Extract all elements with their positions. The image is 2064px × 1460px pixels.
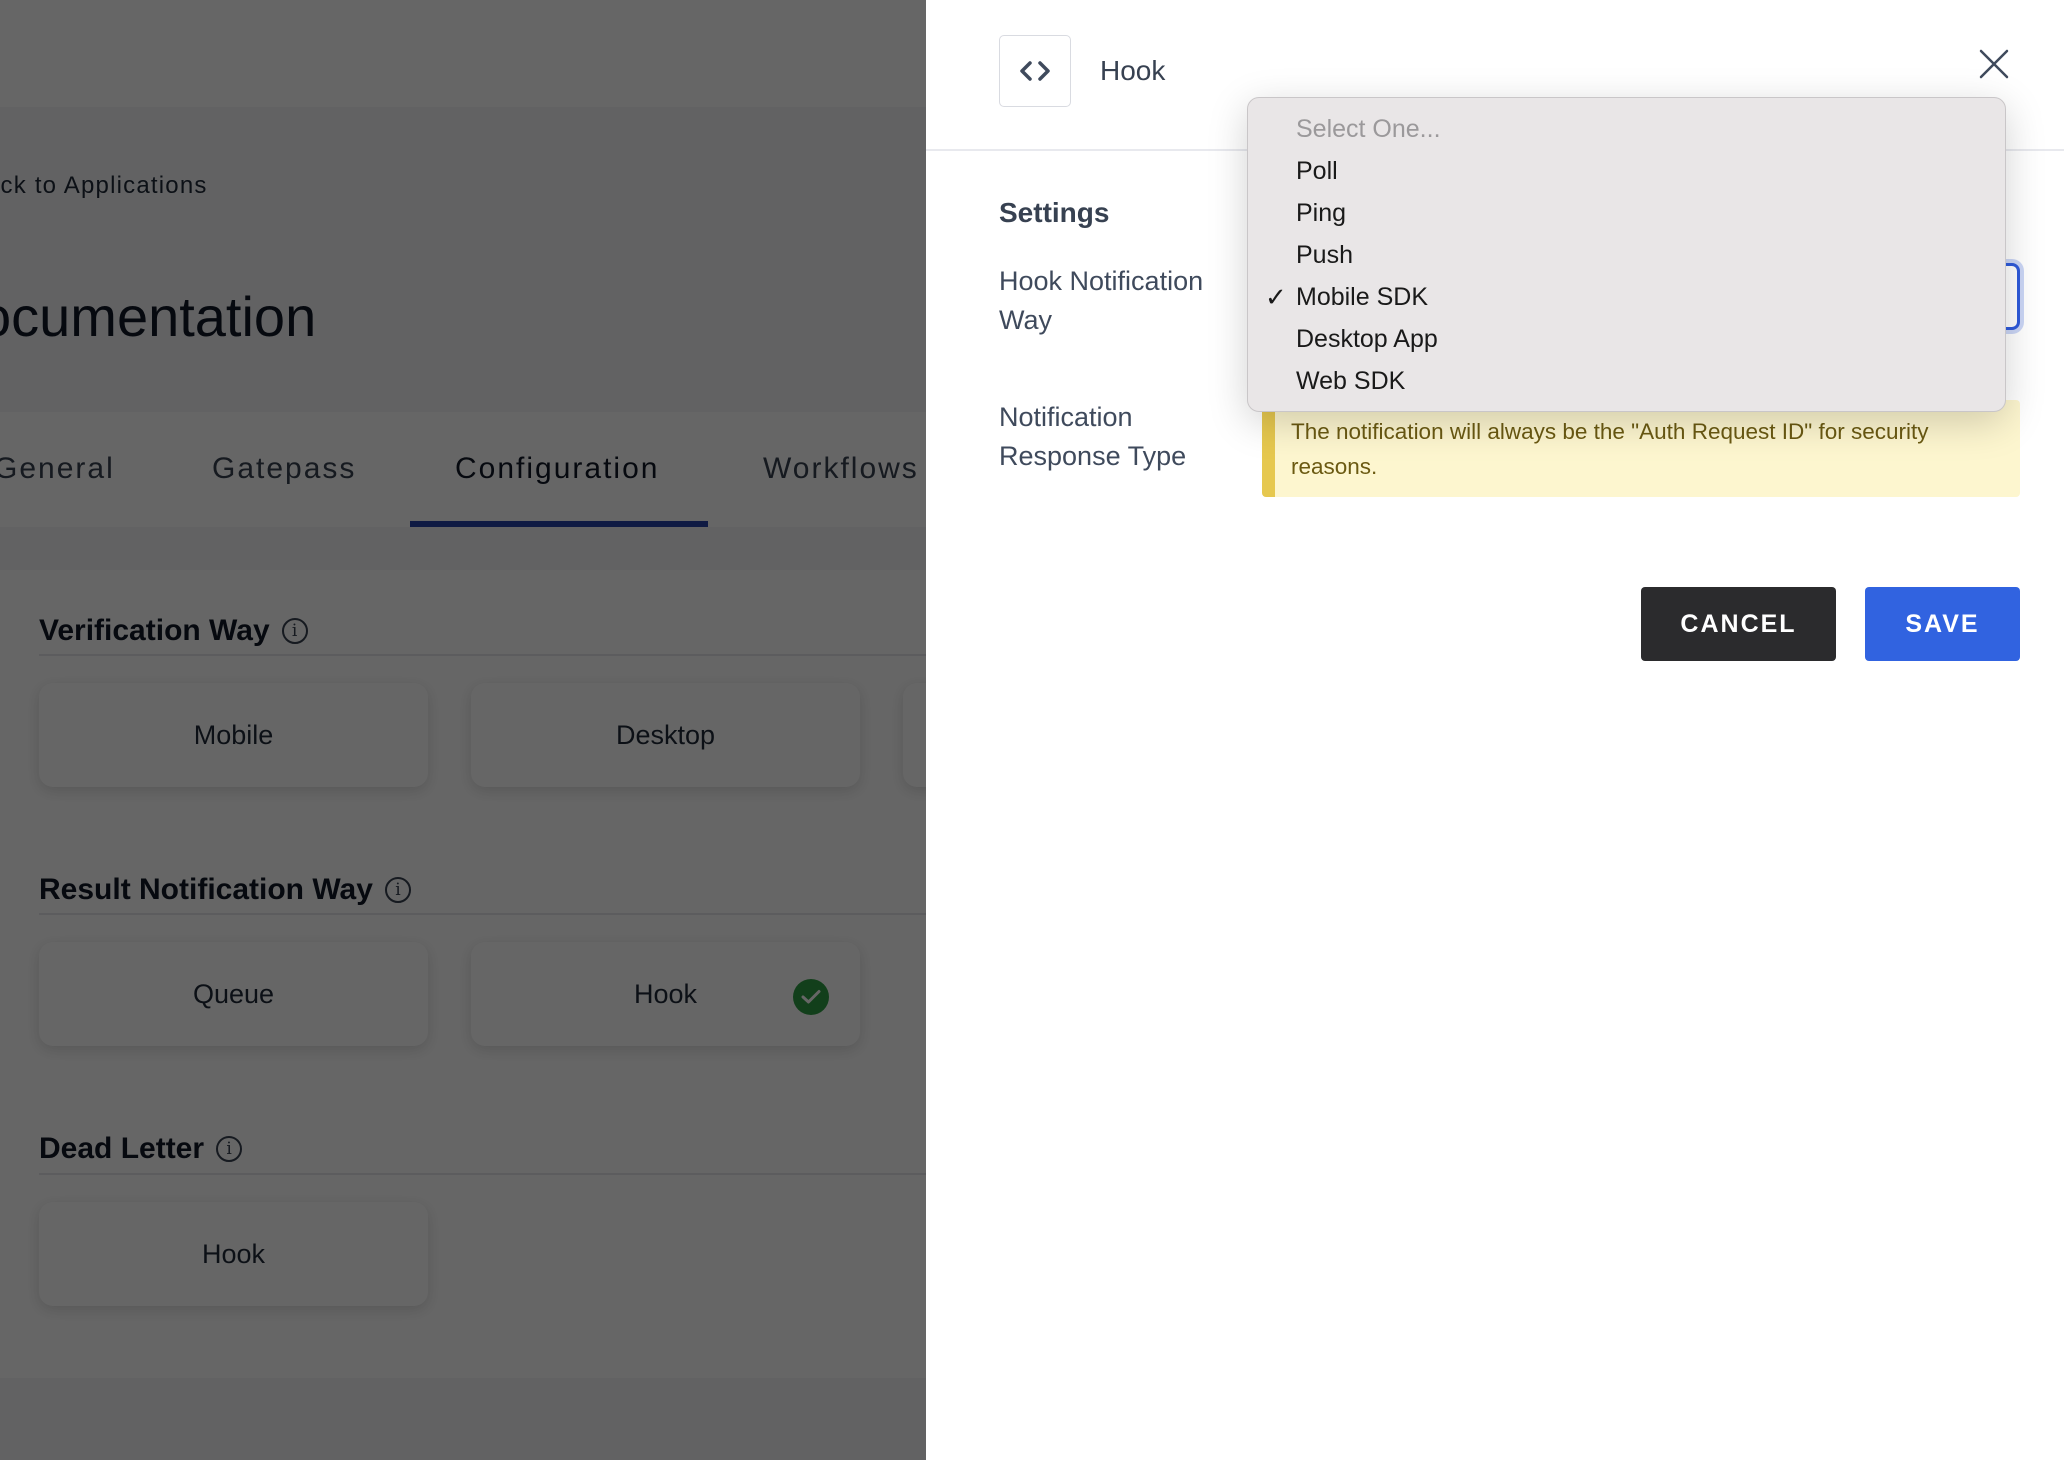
dropdown-option-mobile-sdk[interactable]: ✓ Mobile SDK xyxy=(1248,276,2005,318)
option-label: Web SDK xyxy=(1296,367,1406,395)
option-label: Desktop App xyxy=(1296,325,1438,353)
hook-notification-way-label: Hook Notification Way xyxy=(999,266,1204,335)
dropdown-option-push[interactable]: Push xyxy=(1248,234,2005,276)
option-label: Ping xyxy=(1296,199,1347,227)
close-icon[interactable] xyxy=(1978,48,2010,80)
checkmark-icon: ✓ xyxy=(1265,282,1287,312)
dropdown-option-ping[interactable]: Ping xyxy=(1248,192,2005,234)
hook-notification-way-dropdown: Select One... Poll Ping Push ✓ Mobile SD… xyxy=(1247,97,2006,412)
settings-heading: Settings xyxy=(999,197,1110,228)
option-label: Mobile SDK xyxy=(1296,283,1428,311)
notification-response-type-label: Notification Response Type xyxy=(999,402,1187,471)
dropdown-option-web-sdk[interactable]: Web SDK xyxy=(1248,360,2005,402)
dropdown-option-poll[interactable]: Poll xyxy=(1248,150,2005,192)
dropdown-option-desktop-app[interactable]: Desktop App xyxy=(1248,318,2005,360)
dropdown-placeholder[interactable]: Select One... xyxy=(1248,108,2005,150)
modal-backdrop[interactable] xyxy=(0,0,926,1460)
code-brackets-icon xyxy=(999,35,1071,107)
option-label: Poll xyxy=(1296,157,1338,185)
option-label: Push xyxy=(1296,241,1353,269)
drawer-title: Hook xyxy=(1100,55,1166,86)
save-button[interactable]: SAVE xyxy=(1865,587,2020,661)
cancel-button[interactable]: CANCEL xyxy=(1641,587,1836,661)
notification-response-notice: The notification will always be the "Aut… xyxy=(1262,400,2020,497)
